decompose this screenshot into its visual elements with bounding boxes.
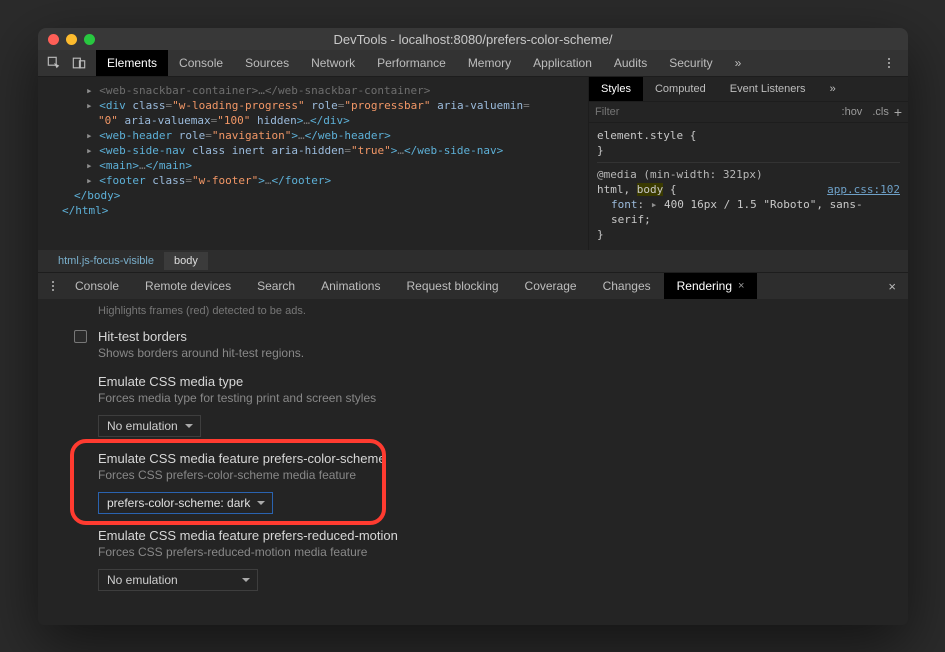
styles-tab-listeners[interactable]: Event Listeners [718,77,818,101]
prefers-reduced-motion-select[interactable]: No emulation [98,569,258,591]
setting-prefers-color-scheme: Emulate CSS media feature prefers-color-… [56,443,890,520]
setting-media-type: Emulate CSS media type Forces media type… [56,366,890,443]
tab-security[interactable]: Security [658,50,723,76]
main-tabs: Elements Console Sources Network Perform… [96,50,752,76]
device-toggle-icon[interactable] [71,56,86,71]
dom-breadcrumb: html.js-focus-visible body [38,250,908,272]
tab-console[interactable]: Console [168,50,234,76]
css-prop[interactable]: font [611,198,638,211]
drawer-tab-request-blocking[interactable]: Request blocking [393,273,511,299]
maximize-window-button[interactable] [84,34,95,45]
media-type-select[interactable]: No emulation [98,415,201,437]
styles-filter-input[interactable] [595,106,837,118]
source-link[interactable]: app.css:102 [827,182,900,197]
prefers-color-scheme-select[interactable]: prefers-color-scheme: dark [98,492,273,514]
drawer-tab-changes[interactable]: Changes [590,273,664,299]
setting-desc: Forces CSS prefers-color-scheme media fe… [98,468,890,482]
styles-tabstrip: Styles Computed Event Listeners » [589,77,908,101]
rule-selector[interactable]: element.style { [597,128,900,143]
setting-title: Emulate CSS media feature prefers-color-… [98,451,890,466]
tab-performance[interactable]: Performance [366,50,457,76]
css-value[interactable]: 400 16px / 1.5 "Roboto", sans-serif; [611,198,863,226]
drawer-tab-console[interactable]: Console [62,273,132,299]
main-tabstrip: Elements Console Sources Network Perform… [38,50,908,77]
minimize-window-button[interactable] [66,34,77,45]
styles-tab-styles[interactable]: Styles [589,77,643,101]
breadcrumb-item[interactable]: body [164,252,208,270]
rendering-panel: Highlights frames (red) detected to be a… [38,299,908,625]
tab-network[interactable]: Network [300,50,366,76]
hit-test-checkbox[interactable] [74,330,87,343]
truncated-desc: Highlights frames (red) detected to be a… [56,303,890,321]
close-window-button[interactable] [48,34,59,45]
setting-title: Hit-test borders [98,329,890,344]
setting-prefers-reduced-motion: Emulate CSS media feature prefers-reduce… [56,520,890,597]
drawer-tab-coverage[interactable]: Coverage [512,273,590,299]
close-tab-icon[interactable]: × [738,280,744,292]
drawer-menu-icon[interactable] [44,281,62,291]
main-tabs-overflow-icon[interactable]: » [724,50,753,76]
tab-memory[interactable]: Memory [457,50,522,76]
setting-title: Emulate CSS media type [98,374,890,389]
setting-title: Emulate CSS media feature prefers-reduce… [98,528,890,543]
drawer-tab-search[interactable]: Search [244,273,308,299]
traffic-lights [38,34,95,45]
new-rule-icon[interactable]: + [894,104,902,120]
tab-application[interactable]: Application [522,50,603,76]
titlebar: DevTools - localhost:8080/prefers-color-… [38,28,908,50]
drawer-tabstrip: Console Remote devices Search Animations… [38,272,908,299]
rule-close: } [597,227,900,242]
devtools-window: DevTools - localhost:8080/prefers-color-… [38,28,908,625]
cls-toggle[interactable]: .cls [872,106,889,118]
setting-desc: Forces media type for testing print and … [98,391,890,405]
setting-hit-test: Hit-test borders Shows borders around hi… [56,321,890,366]
dom-tree[interactable]: ▸ <web-snackbar-container>…</web-snackba… [38,77,588,250]
tab-sources[interactable]: Sources [234,50,300,76]
styles-tab-computed[interactable]: Computed [643,77,718,101]
rule-close: } [597,143,900,158]
hov-toggle[interactable]: :hov [842,106,863,118]
elements-content: ▸ <web-snackbar-container>…</web-snackba… [38,77,908,250]
inspect-icon[interactable] [46,56,61,71]
setting-desc: Forces CSS prefers-reduced-motion media … [98,545,890,559]
drawer-close-icon[interactable]: × [882,279,902,294]
window-title: DevTools - localhost:8080/prefers-color-… [38,32,908,47]
main-menu-icon[interactable] [880,58,898,68]
tab-elements[interactable]: Elements [96,50,168,76]
styles-rules[interactable]: element.style { } @media (min-width: 321… [589,123,908,250]
media-query[interactable]: @media (min-width: 321px) [597,167,900,182]
styles-tabs-overflow-icon[interactable]: » [818,77,848,101]
breadcrumb-item[interactable]: html.js-focus-visible [48,252,164,270]
tab-audits[interactable]: Audits [603,50,658,76]
dom-node[interactable]: <web-snackbar-container>…</web-snackbar-… [99,84,430,97]
drawer-tab-rendering[interactable]: Rendering× [664,273,758,299]
styles-toolbar: :hov .cls + [589,101,908,123]
drawer-tab-animations[interactable]: Animations [308,273,393,299]
setting-desc: Shows borders around hit-test regions. [98,346,890,360]
drawer-tab-remote-devices[interactable]: Remote devices [132,273,244,299]
styles-panel: Styles Computed Event Listeners » :hov .… [588,77,908,250]
